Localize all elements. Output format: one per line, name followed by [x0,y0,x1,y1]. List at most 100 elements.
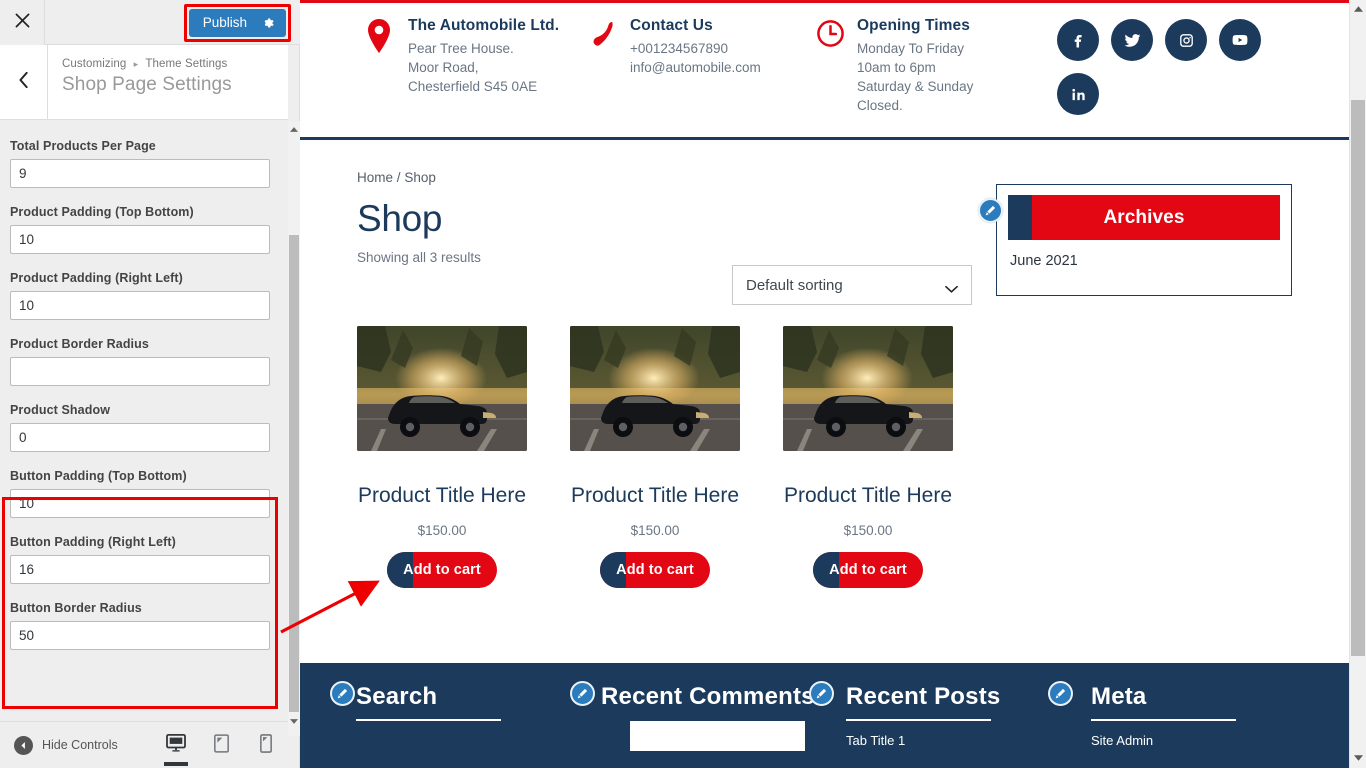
header-block-title: Opening Times [857,17,970,34]
breadcrumb-parent[interactable]: Theme Settings [145,58,227,70]
product-title[interactable]: Product Title Here [570,484,740,509]
edit-pencil-icon[interactable] [570,681,595,706]
close-customizer-button[interactable] [0,0,45,45]
edit-pencil-icon[interactable] [978,198,1003,223]
field-label: Product Border Radius [10,337,149,351]
hide-controls-button[interactable]: Hide Controls [14,735,118,755]
field-label: Button Border Radius [10,601,142,615]
control-product-padding-right-left: Product Padding (Right Left) [10,271,278,320]
footer-list-item[interactable]: Tab Title 1 [846,733,1065,748]
social-links [1057,19,1287,115]
customizer-controls: Total Products Per Page Product Padding … [0,121,288,721]
button-border-radius-input[interactable] [10,621,270,650]
control-button-padding-top-bottom: Button Padding (Top Bottom) [10,469,278,518]
facebook-icon[interactable] [1057,19,1099,61]
header-info-contact: Contact Us +001234567890 info@automobile… [589,17,794,77]
header-block-line: Monday To Friday [857,41,965,56]
instagram-icon[interactable] [1165,19,1207,61]
edit-pencil-icon[interactable] [330,681,355,706]
gear-icon[interactable] [261,16,275,30]
header-block-title: Contact Us [630,17,713,34]
product-card: Product Title Here $150.00 Add to cart [570,326,740,588]
breadcrumb-home[interactable]: Home [357,170,393,185]
header-block-line: Saturday & Sunday [857,79,974,95]
product-title[interactable]: Product Title Here [783,484,953,509]
archives-title: Archives [1103,206,1185,228]
tablet-icon [213,733,229,758]
product-title[interactable]: Product Title Here [357,484,527,509]
product-price: $150.00 [417,522,467,538]
product-shadow-input[interactable] [10,423,270,452]
product-border-radius-input[interactable] [10,357,270,386]
customizer-footer: Hide Controls [0,721,288,768]
customizer-topbar: Publish [0,0,300,45]
archives-header: Archives [1008,195,1280,240]
archives-item[interactable]: June 2021 [1010,253,1291,269]
footer-widget-title: Recent Posts [846,683,1001,710]
header-block-line: Moor Road, [408,60,479,76]
field-label: Button Padding (Right Left) [10,535,176,549]
product-padding-top-bottom-input[interactable] [10,225,270,254]
sorting-select[interactable]: Default sorting [732,265,972,305]
field-label: Product Shadow [10,403,111,417]
footer-widget-title: Search [356,683,438,710]
scroll-down-icon[interactable] [289,714,299,728]
button-padding-top-bottom-input[interactable] [10,489,270,518]
header-info-hours: Opening Times Monday To Friday 10am to 6… [816,17,976,116]
publish-button[interactable]: Publish [188,9,286,37]
field-label: Total Products Per Page [10,139,156,153]
site-header: The Automobile Ltd. Pear Tree House. Moo… [300,3,1349,140]
preview-scrollbar-thumb[interactable] [1351,100,1365,656]
customizer-scrollbar-thumb[interactable] [289,235,299,712]
add-to-cart-button[interactable]: Add to cart [387,551,497,588]
header-block-line: 10am to 6pm [857,60,936,76]
header-block-line: Chesterfield S45 0AE [408,79,538,95]
edit-pencil-icon[interactable] [1048,681,1073,706]
site-preview: The Automobile Ltd. Pear Tree House. Moo… [300,0,1349,768]
device-mobile-button[interactable] [252,726,280,766]
search-input[interactable] [630,721,805,752]
youtube-icon[interactable] [1219,19,1261,61]
product-padding-right-left-input[interactable] [10,291,270,320]
publish-highlight-box: Publish [183,4,291,42]
total-products-per-page-input[interactable] [10,159,270,188]
location-pin-icon [367,17,397,58]
product-image[interactable] [783,326,953,451]
product-image[interactable] [570,326,740,451]
breadcrumb-root[interactable]: Customizing [62,58,126,70]
back-button[interactable] [0,45,48,119]
phone-icon [589,17,619,54]
product-image[interactable] [357,326,527,451]
control-product-shadow: Product Shadow [10,403,278,452]
header-block-line: Closed. [857,98,903,114]
breadcrumb: Home / Shop [357,170,1349,185]
scroll-up-icon[interactable] [1351,1,1365,17]
add-to-cart-label: Add to cart [616,561,694,578]
breadcrumb-separator-icon: ▸ [133,59,139,69]
product-price: $150.00 [843,522,893,538]
scroll-up-icon[interactable] [289,122,299,136]
footer-list-item[interactable]: Site Admin [1091,733,1310,748]
customizer-panel-header: Customizing ▸ Theme Settings Shop Page S… [0,45,288,120]
add-to-cart-button[interactable]: Add to cart [600,551,710,588]
footer-widget-search: Search [330,683,575,751]
footer-widget-recent-comments: Recent Comments [575,684,820,752]
scroll-down-icon[interactable] [1351,750,1365,766]
desktop-icon [166,734,186,757]
device-desktop-button[interactable] [162,726,190,766]
footer-widget-recent-posts: Recent Posts Tab Title 1 [820,683,1065,751]
add-to-cart-button[interactable]: Add to cart [813,551,923,588]
footer-widget-title: Meta [1091,683,1147,710]
linkedin-icon[interactable] [1057,73,1099,115]
edit-pencil-icon[interactable] [809,681,834,706]
chevron-left-icon [18,71,30,93]
twitter-icon[interactable] [1111,19,1153,61]
footer-widget-meta: Meta Site Admin [1065,683,1310,751]
header-block-line: info@automobile.com [630,60,761,76]
close-x-icon [15,13,30,33]
device-tablet-button[interactable] [207,726,235,766]
add-to-cart-label: Add to cart [829,561,907,578]
field-label: Button Padding (Top Bottom) [10,469,187,483]
control-button-border-radius: Button Border Radius [10,601,278,650]
button-padding-right-left-input[interactable] [10,555,270,584]
